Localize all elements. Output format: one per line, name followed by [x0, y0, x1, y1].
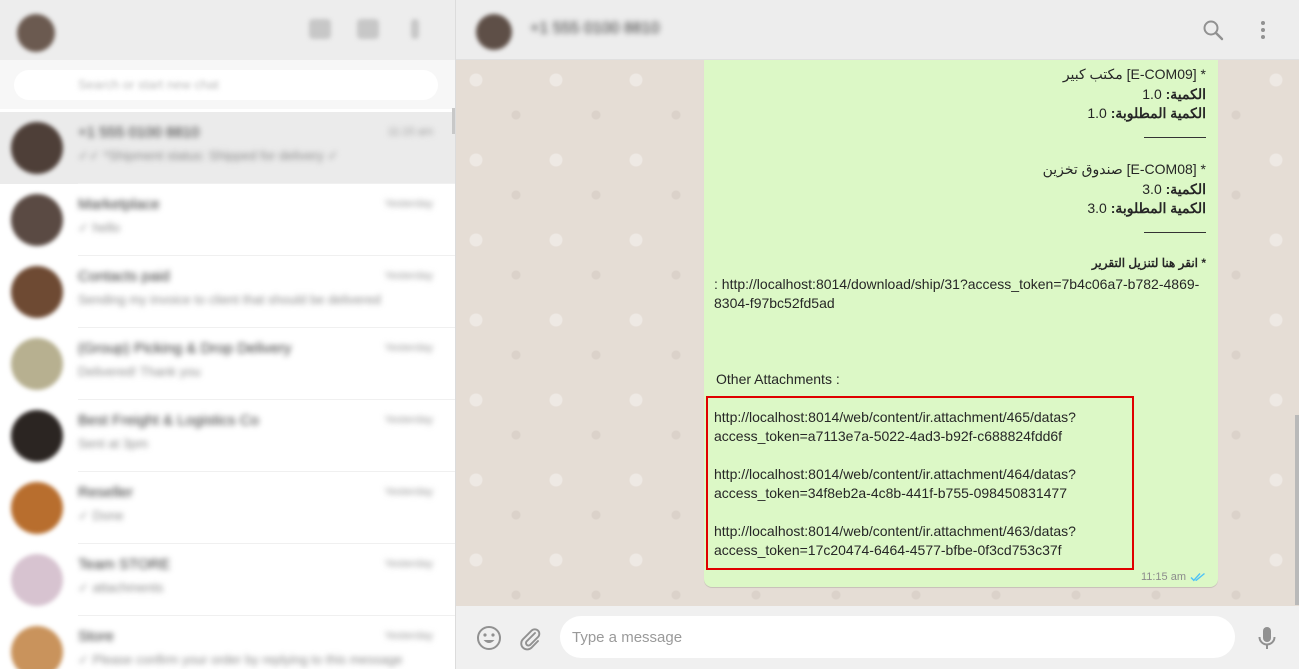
download-report-link[interactable]: : http://localhost:8014/download/ship/31…: [714, 275, 1199, 313]
chat-list-item[interactable]: Team STORE Yesterday ✓ attachments: [0, 544, 455, 616]
message-input[interactable]: [560, 616, 1235, 658]
outgoing-message-bubble[interactable]: * [E-COM09] مكتب كبير الكمية: 1.0 الكمية…: [704, 60, 1218, 587]
chat-avatar: [11, 338, 63, 390]
chat-preview: Sending my invoice to client that should…: [78, 292, 381, 307]
item2-qty-label: الكمية:: [1165, 181, 1206, 197]
chat-name: Team STORE: [78, 556, 171, 573]
item2-req: 3.0: [1087, 200, 1107, 216]
item2-qty: 3.0: [1142, 181, 1162, 197]
chat-time: Yesterday: [384, 414, 433, 426]
chat-name: Contacts paid: [78, 268, 170, 285]
new-chat-icon[interactable]: [357, 19, 379, 39]
menu-icon[interactable]: [411, 19, 419, 39]
attachment-link-line1[interactable]: http://localhost:8014/web/content/ir.att…: [714, 522, 1076, 541]
item1-req-label: الكمية المطلوبة:: [1110, 105, 1206, 121]
chat-list-item[interactable]: +1 555 0100 8810 11:15 am ✓✓ *Shipment sta…: [0, 112, 455, 184]
download-link-line2[interactable]: 8304-f97bc52fd5ad: [714, 294, 1199, 313]
chat-preview: ✓ Done: [78, 508, 124, 523]
emoji-icon[interactable]: [475, 624, 503, 652]
contact-avatar[interactable]: [476, 14, 512, 50]
sidebar-scrollbar[interactable]: [452, 108, 455, 134]
download-link-line1[interactable]: : http://localhost:8014/download/ship/31…: [714, 275, 1199, 294]
chat-preview: ✓ attachments: [78, 580, 164, 595]
item2-req-row: الكمية المطلوبة: 3.0: [1087, 200, 1206, 217]
message-composer: [456, 606, 1299, 669]
user-avatar[interactable]: [17, 14, 55, 52]
chat-preview: ✓ Please confirm your order by replying …: [78, 652, 403, 667]
more-options-icon[interactable]: [1251, 18, 1275, 42]
search-placeholder: Search or start new chat: [78, 77, 219, 92]
chat-list-item[interactable]: (Group) Picking & Drop Delivery Yesterday…: [0, 328, 455, 400]
chat-time: Yesterday: [384, 198, 433, 210]
chat-time: Yesterday: [384, 630, 433, 642]
chat-name: Marketplace: [78, 196, 160, 213]
search-icon[interactable]: [1201, 18, 1225, 42]
chat-name: +1 555 0100 8810: [78, 124, 200, 141]
attachment-link-line2[interactable]: access_token=34f8eb2a-4c8b-441f-b755-098…: [714, 484, 1076, 503]
chat-avatar: [11, 410, 63, 462]
item1-req: 1.0: [1087, 105, 1107, 121]
item2-header: * [E-COM08] صندوق تخزين: [1042, 161, 1206, 177]
attachment-link[interactable]: http://localhost:8014/web/content/ir.att…: [714, 408, 1076, 446]
other-attachments-label: Other Attachments :: [716, 371, 840, 387]
divider: [1144, 137, 1206, 138]
chat-list-item[interactable]: Marketplace Yesterday ✓ hello: [0, 184, 455, 256]
chat-avatar: [11, 266, 63, 318]
attachment-link-line1[interactable]: http://localhost:8014/web/content/ir.att…: [714, 408, 1076, 427]
status-icon[interactable]: [309, 19, 331, 39]
attachment-link[interactable]: http://localhost:8014/web/content/ir.att…: [714, 522, 1076, 560]
chat-list: +1 555 0100 8810 11:15 am ✓✓ *Shipment sta…: [0, 112, 455, 669]
attachment-link-line1[interactable]: http://localhost:8014/web/content/ir.att…: [714, 465, 1076, 484]
chat-list-item[interactable]: Reseller Yesterday ✓ Done: [0, 472, 455, 544]
download-report-label: * انقر هنا لتنزيل التقرير: [1091, 256, 1206, 270]
chat-time: 11:15 am: [387, 126, 433, 138]
attach-icon[interactable]: [516, 624, 544, 652]
chat-time: Yesterday: [384, 558, 433, 570]
chat-avatar: [11, 626, 63, 669]
chat-preview: ✓✓ *Shipment status: Shipped for deliver…: [78, 148, 339, 163]
message-meta: 11:15 am: [1141, 571, 1206, 583]
chat-avatar: [11, 122, 63, 174]
chat-list-item[interactable]: Contacts paid Yesterday Sending my invoice…: [0, 256, 455, 328]
search-bar: Search or start new chat: [0, 60, 455, 109]
chat-time: Yesterday: [384, 342, 433, 354]
chat-avatar: [11, 482, 63, 534]
item1-qty-label: الكمية:: [1165, 86, 1206, 102]
conversation-scrollbar[interactable]: [1295, 415, 1299, 605]
item1-header: * [E-COM09] مكتب كبير: [1062, 66, 1206, 82]
microphone-icon[interactable]: [1253, 624, 1281, 652]
chat-list-item[interactable]: Store Yesterday ✓ Please confirm your orde…: [0, 616, 455, 669]
attachment-link[interactable]: http://localhost:8014/web/content/ir.att…: [714, 465, 1076, 503]
chat-list-item[interactable]: Best Freight & Logistics Co Yesterday Sent…: [0, 400, 455, 472]
chat-name: Store: [78, 628, 114, 645]
chat-name: Reseller: [78, 484, 134, 501]
double-check-icon: [1190, 572, 1205, 582]
attachments-highlight-box: http://localhost:8014/web/content/ir.att…: [706, 396, 1134, 570]
item1-qty: 1.0: [1142, 86, 1162, 102]
chat-avatar: [11, 554, 63, 606]
divider: [1144, 232, 1206, 233]
conversation-header: +1 555 0100 8810: [456, 0, 1299, 60]
message-time: 11:15 am: [1140, 571, 1186, 583]
chat-name: (Group) Picking & Drop Delivery: [78, 340, 292, 357]
contact-name[interactable]: +1 555 0100 8810: [530, 20, 659, 38]
item1-req-row: الكمية المطلوبة: 1.0: [1087, 105, 1206, 122]
item2-qty-row: الكمية: 3.0: [1142, 181, 1206, 198]
sidebar: Search or start new chat +1 555 0100 881…: [0, 0, 456, 669]
chat-preview: ✓ hello: [78, 220, 120, 235]
item2-req-label: الكمية المطلوبة:: [1110, 200, 1206, 216]
chat-time: Yesterday: [384, 270, 433, 282]
chat-time: Yesterday: [384, 486, 433, 498]
sidebar-header: [0, 0, 455, 60]
chat-name: Best Freight & Logistics Co: [78, 412, 259, 429]
chat-preview: Delivered! Thank you: [78, 364, 201, 379]
conversation-panel: +1 555 0100 8810 * [E-COM09] مكتب كبير ا…: [456, 0, 1299, 669]
chat-avatar: [11, 194, 63, 246]
attachment-link-line2[interactable]: access_token=17c20474-6464-4577-bfbe-0f3…: [714, 541, 1076, 560]
chat-preview: Sent at 3pm: [78, 436, 149, 451]
attachment-link-line2[interactable]: access_token=a7113e7a-5022-4ad3-b92f-c68…: [714, 427, 1076, 446]
item1-qty-row: الكمية: 1.0: [1142, 86, 1206, 103]
message-area[interactable]: * [E-COM09] مكتب كبير الكمية: 1.0 الكمية…: [456, 60, 1299, 606]
